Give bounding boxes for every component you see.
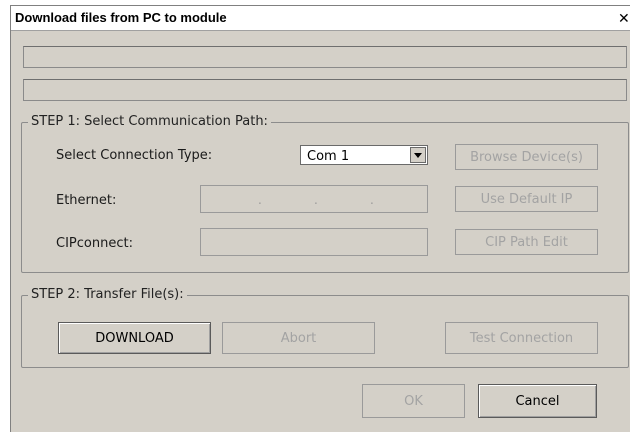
ethernet-ip-field[interactable]: . . . [200,185,428,213]
title-bar: Download files from PC to module ✕ [11,6,630,31]
status-field-1 [23,46,627,68]
step1-legend: STEP 1: Select Communication Path: [28,114,271,129]
use-default-ip-button[interactable]: Use Default IP [455,186,598,212]
window-title: Download files from PC to module [15,10,227,25]
browse-devices-button[interactable]: Browse Device(s) [455,144,598,170]
test-connection-button[interactable]: Test Connection [445,322,598,354]
ok-button[interactable]: OK [362,384,465,418]
cipconnect-label: CIPconnect: [56,236,133,251]
connection-type-select[interactable]: Com 1 [300,145,428,165]
ip-separator: . [314,193,318,207]
step1-group: STEP 1: Select Communication Path: Selec… [21,114,629,273]
status-field-2 [23,79,627,101]
cip-path-edit-button[interactable]: CIP Path Edit [455,229,598,255]
download-dialog: Download files from PC to module ✕ STEP … [10,5,630,432]
connection-type-value: Com 1 [307,149,350,164]
close-icon[interactable]: ✕ [618,10,630,26]
ip-separator: . [370,193,374,207]
ethernet-label: Ethernet: [56,193,117,208]
cancel-button[interactable]: Cancel [478,384,597,418]
chevron-down-icon[interactable] [410,147,426,163]
download-button[interactable]: DOWNLOAD [58,322,211,354]
step2-group: STEP 2: Transfer File(s): DOWNLOAD Abort… [21,287,629,368]
step2-legend: STEP 2: Transfer File(s): [28,287,187,302]
ip-separator: . [258,193,262,207]
abort-button[interactable]: Abort [222,322,375,354]
connection-type-label: Select Connection Type: [56,148,213,163]
cipconnect-field[interactable] [200,228,428,256]
